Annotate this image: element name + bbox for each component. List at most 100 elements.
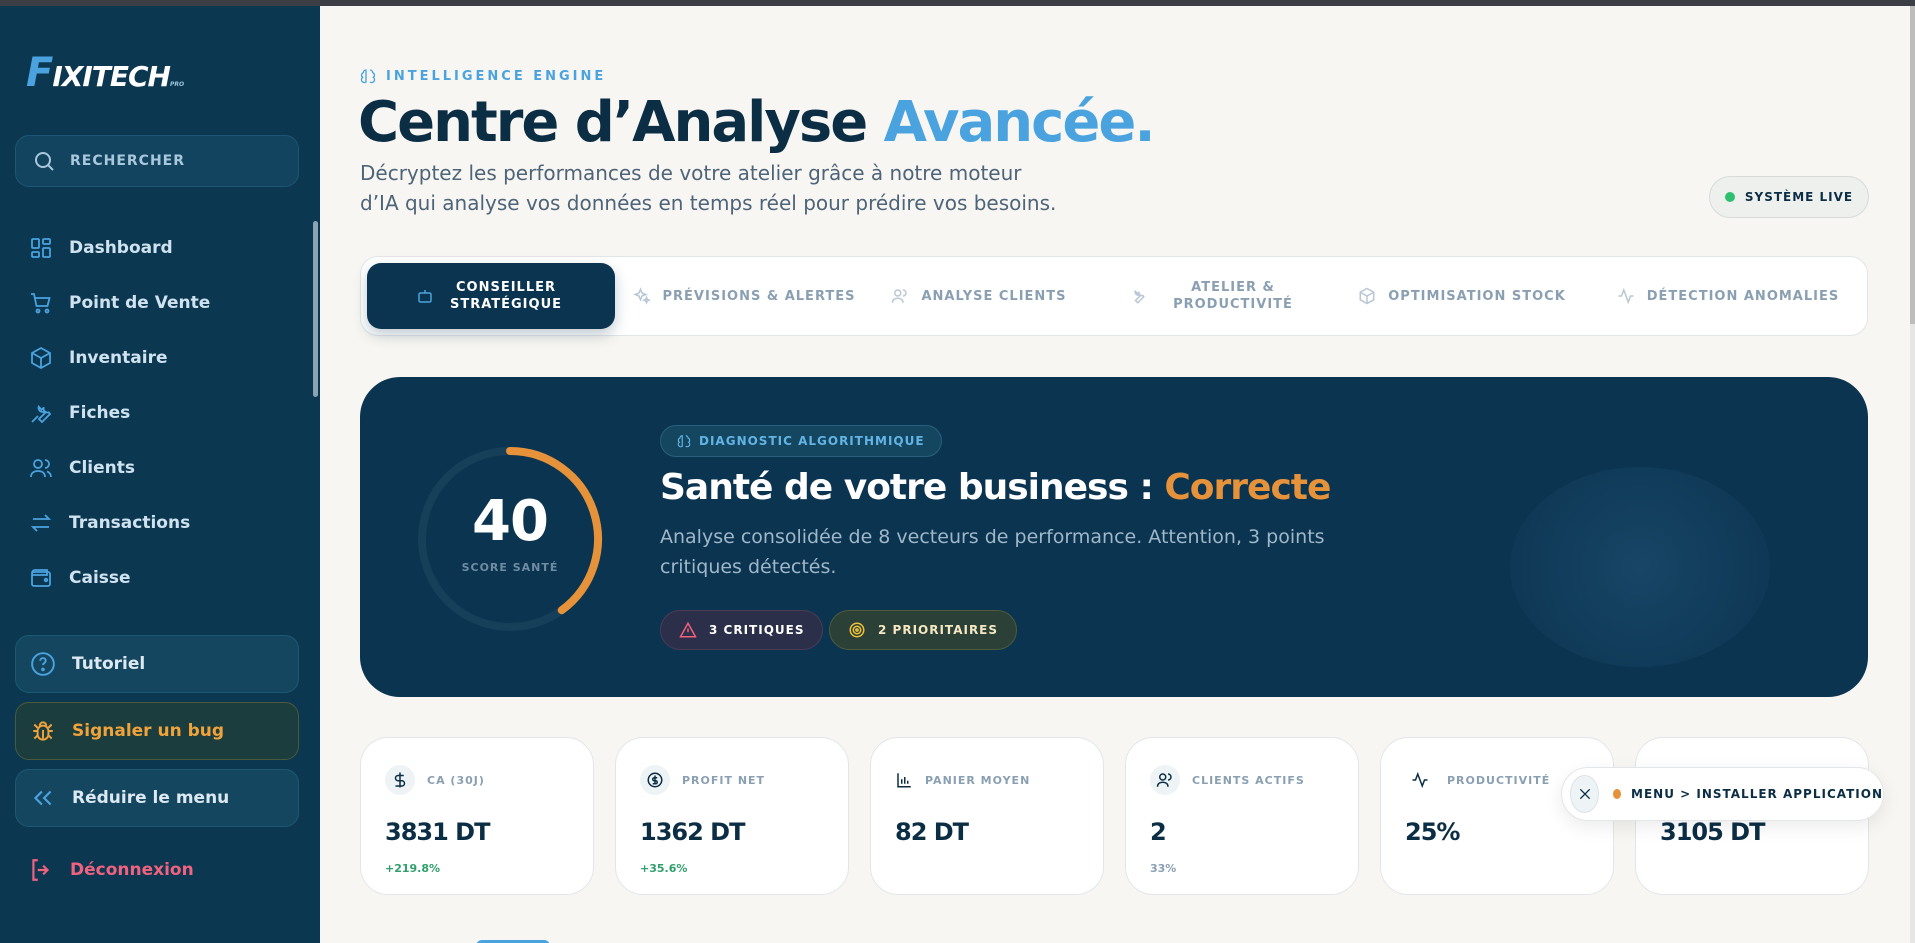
warning-icon	[679, 621, 697, 638]
dollar-icon	[394, 772, 406, 788]
sidebar-item-inventaire[interactable]: Inventaire	[15, 330, 305, 385]
coin-icon	[647, 772, 663, 788]
dashboard-icon	[31, 237, 51, 258]
robot-icon	[418, 290, 432, 303]
live-dot-icon	[1724, 192, 1735, 202]
health-title-main: Santé de votre business :	[660, 467, 1165, 508]
sidebar-scrollbar[interactable]	[313, 221, 318, 397]
tutorial-button[interactable]: Tutoriel	[15, 635, 299, 693]
sidebar-item-dashboard[interactable]: Dashboard	[15, 220, 305, 275]
toast-message: MENU > INSTALLER APPLICATION	[1631, 787, 1883, 801]
tab-label: ATELIER & PRODUCTIVITÉ	[1173, 280, 1293, 312]
kpi-card-panier-moyen[interactable]: PANIER MOYEN 82 DT	[870, 737, 1104, 895]
kpi-icon-box	[1150, 765, 1180, 795]
kpi-icon-box	[1405, 765, 1435, 795]
tab-analyse-clients[interactable]: ANALYSE CLIENTS	[879, 263, 1079, 329]
tab-previsions-alertes[interactable]: PRÉVISIONS & ALERTES	[631, 263, 857, 329]
tab-optimisation-stock[interactable]: OPTIMISATION STOCK	[1349, 263, 1575, 329]
tab-label: CONSEILLER STRATÉGIQUE	[449, 280, 563, 312]
kpi-icon-box	[640, 765, 670, 795]
kpi-header: CA (30J)	[385, 765, 485, 795]
page-title-accent: Avancée.	[883, 90, 1156, 155]
sidebar-item-label: Clients	[69, 457, 136, 478]
kpi-header: PROFIT NET	[640, 765, 765, 795]
collapse-menu-button[interactable]: Réduire le menu	[15, 769, 299, 827]
page-scrollbar-thumb[interactable]	[1910, 6, 1915, 324]
kpi-delta: +219.8%	[385, 862, 441, 875]
page-title-main: Centre d’Analyse	[358, 90, 884, 155]
kpi-card-clients-actifs[interactable]: CLIENTS ACTIFS 2 33%	[1125, 737, 1359, 895]
tab-conseiller-strategique[interactable]: CONSEILLER STRATÉGIQUE	[367, 263, 615, 329]
sidebar-item-label: Transactions	[69, 512, 191, 533]
tab-label: PRÉVISIONS & ALERTES	[662, 288, 856, 304]
kpi-header: CLIENTS ACTIFS	[1150, 765, 1305, 795]
kpi-card-profit-net[interactable]: PROFIT NET 1362 DT +35.6%	[615, 737, 849, 895]
report-bug-button[interactable]: Signaler un bug	[15, 702, 299, 760]
install-app-toast: MENU > INSTALLER APPLICATION	[1561, 767, 1884, 821]
kpi-icon-box	[895, 765, 913, 795]
close-icon	[1579, 788, 1590, 800]
brain-icon	[677, 435, 691, 448]
health-title: Santé de votre business : Correcte	[660, 467, 1331, 508]
kpi-label: CLIENTS ACTIFS	[1192, 773, 1305, 787]
help-icon	[31, 652, 55, 676]
report-bug-label: Signaler un bug	[72, 721, 225, 741]
sidebar-item-point-de-vente[interactable]: Point de Vente	[15, 275, 305, 330]
target-icon	[849, 622, 865, 638]
sidebar-item-caisse[interactable]: Caisse	[15, 550, 305, 605]
eyebrow-text: INTELLIGENCE ENGINE	[386, 68, 607, 84]
search-label: RECHERCHER	[70, 153, 186, 169]
kpi-value: 3105 DT	[1660, 818, 1765, 846]
kpi-value: 82 DT	[895, 818, 969, 846]
kpi-value: 2	[1150, 818, 1167, 846]
diagnostic-badge-label: DIAGNOSTIC ALGORITHMIQUE	[699, 434, 925, 448]
sidebar-item-label: Point de Vente	[69, 292, 211, 313]
sidebar-item-clients[interactable]: Clients	[15, 440, 305, 495]
tab-label: OPTIMISATION STOCK	[1388, 288, 1566, 304]
health-status: Correcte	[1164, 467, 1331, 508]
analysis-tabs: CONSEILLER STRATÉGIQUE PRÉVISIONS & ALER…	[360, 256, 1868, 336]
box-icon	[1359, 287, 1375, 305]
logo-suffix: PRO	[169, 81, 185, 88]
health-description: Analyse consolidée de 8 vecteurs de perf…	[660, 526, 1325, 578]
brain-icon	[360, 69, 376, 84]
sidebar: FIXITECHPRO RECHERCHER Dashboard Point d…	[0, 6, 320, 943]
critical-count-badge[interactable]: 3 CRITIQUES	[660, 610, 824, 650]
sidebar-item-fiches[interactable]: Fiches	[15, 385, 305, 440]
sidebar-item-transactions[interactable]: Transactions	[15, 495, 305, 550]
kpi-header: PRODUCTIVITÉ	[1405, 765, 1550, 795]
logout-button[interactable]: Déconnexion	[28, 857, 194, 883]
logo-initial: F	[26, 50, 53, 96]
cart-icon	[31, 292, 51, 313]
sparkles-icon	[632, 287, 651, 305]
search-button[interactable]: RECHERCHER	[15, 135, 299, 187]
kpi-delta: 33%	[1150, 862, 1177, 875]
wrench-icon	[1134, 289, 1145, 304]
tab-atelier-productivite[interactable]: ATELIER & PRODUCTIVITÉ	[1107, 263, 1329, 329]
logout-icon	[32, 859, 50, 881]
page-subtitle: Décryptez les performances de votre atel…	[360, 161, 1057, 215]
priority-count-label: 2 PRIORITAIRES	[878, 623, 999, 637]
users-icon	[30, 458, 52, 477]
business-health-card: 40 SCORE SANTÉ DIAGNOSTIC ALGORITHMIQUE …	[360, 377, 1868, 697]
kpi-header: PANIER MOYEN	[895, 765, 1030, 795]
sidebar-item-label: Inventaire	[69, 347, 168, 368]
health-score-value: 40	[472, 489, 549, 554]
priority-count-badge[interactable]: 2 PRIORITAIRES	[829, 610, 1018, 650]
hero-glow	[1510, 467, 1770, 667]
health-score-label: SCORE SANTÉ	[461, 561, 559, 574]
tab-detection-anomalies[interactable]: DÉTECTION ANOMALIES	[1593, 263, 1863, 329]
pulse-icon	[1618, 287, 1634, 305]
toast-close-button[interactable]	[1570, 775, 1600, 813]
bug-icon	[33, 721, 53, 741]
kpi-label: PANIER MOYEN	[925, 773, 1031, 787]
chevrons-left-icon	[33, 790, 52, 806]
bar-chart-icon	[897, 773, 911, 788]
sidebar-item-label: Fiches	[69, 402, 131, 423]
kpi-delta: +35.6%	[640, 862, 688, 875]
users-icon	[892, 289, 908, 303]
users-icon	[1156, 773, 1172, 787]
logo[interactable]: FIXITECHPRO	[26, 50, 184, 96]
pulse-icon	[1412, 771, 1428, 789]
kpi-card-ca[interactable]: CA (30J) 3831 DT +219.8%	[360, 737, 594, 895]
